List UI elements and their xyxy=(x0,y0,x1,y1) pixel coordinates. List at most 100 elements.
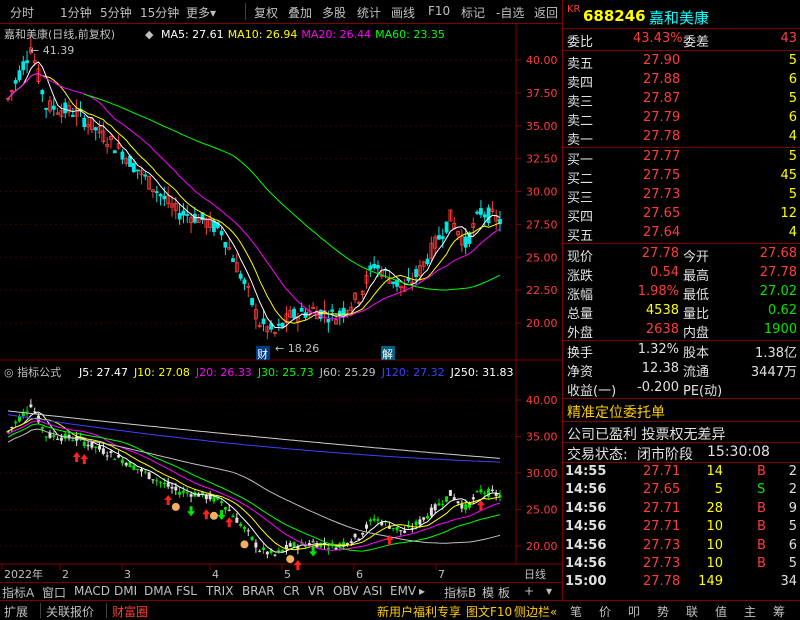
tick-row: 14:56 27.71 10 B 5 xyxy=(563,518,800,537)
tick-time: 14:56 xyxy=(565,482,607,498)
ask-row[interactable]: 卖五 27.90 5 xyxy=(563,52,800,72)
graphic-f10-button[interactable]: 图文F10 xyxy=(466,603,512,620)
ask-row[interactable]: 卖一 27.78 4 xyxy=(563,128,800,148)
tick-count: 34 xyxy=(780,574,797,590)
indicator-candle-body xyxy=(403,530,407,533)
tab-template[interactable]: 模 xyxy=(482,584,494,601)
bid-row[interactable]: 买五 27.64 4 xyxy=(563,224,800,244)
tab-brar[interactable]: BRAR xyxy=(242,584,275,598)
indicator-candle-body xyxy=(464,504,468,510)
tick-row: 14:56 27.73 10 B 6 xyxy=(563,537,800,556)
tab-emv[interactable]: EMV xyxy=(390,584,416,598)
tab-dmi[interactable]: DMI xyxy=(114,584,137,598)
tab-vr[interactable]: VR xyxy=(308,584,325,598)
remove-watchlist-button[interactable]: -自选 xyxy=(496,4,524,21)
tick-count: 5 xyxy=(788,519,797,535)
value-icon[interactable]: 值 xyxy=(715,603,727,620)
candle-body xyxy=(131,162,136,173)
indicator-candle-body xyxy=(56,438,60,440)
tab-window[interactable]: 窗口 xyxy=(42,584,66,601)
tab-macd[interactable]: MACD xyxy=(74,584,110,598)
kline-chart-area[interactable]: 嘉和美康(日线,前复权) ◆ MA5: 27.61 MA10: 26.94 MA20… xyxy=(0,24,562,584)
indicator-legend-item: J60: 25.29 xyxy=(319,366,376,379)
add-indicator-icon[interactable]: + xyxy=(524,584,534,598)
tab-indicator-b[interactable]: 指标B xyxy=(444,584,476,601)
indicator-candle-body xyxy=(372,518,376,521)
related-quote-button[interactable]: 关联报价 xyxy=(46,603,94,620)
price-icon[interactable]: 价 xyxy=(599,603,611,620)
tab-indicator-a[interactable]: 指标A xyxy=(2,584,34,601)
wealth-circle-button[interactable]: 财富圈 xyxy=(112,603,148,620)
tick-count: 9 xyxy=(788,500,797,516)
tab-fsl[interactable]: FSL xyxy=(176,584,197,598)
tab-obv[interactable]: OBV xyxy=(333,584,359,598)
ask-row[interactable]: 卖二 27.79 6 xyxy=(563,109,800,129)
tab-1min[interactable]: 1分钟 xyxy=(60,4,92,21)
tab-15min[interactable]: 15分钟 xyxy=(140,4,179,21)
tab-dma[interactable]: DMA xyxy=(144,584,172,598)
high-price-value: 41.39 xyxy=(43,44,75,57)
link-icon[interactable]: 联 xyxy=(686,603,698,620)
indicator-label[interactable]: ◎ 指标公式 xyxy=(4,365,61,379)
period-daily-label[interactable]: 日线 xyxy=(524,567,546,581)
kline-svg: 嘉和美康(日线,前复权) ◆ MA5: 27.61 MA10: 26.94 MA20… xyxy=(0,24,562,581)
indicator-candle-body xyxy=(71,440,75,442)
tick-count: 2 xyxy=(788,464,797,479)
expand-button[interactable]: 扩展 xyxy=(4,603,28,620)
stat-label: 外盘 xyxy=(567,326,594,341)
indicator-candle-body xyxy=(139,469,143,472)
candle-body xyxy=(63,102,68,114)
stock-code: 688246 xyxy=(583,7,646,25)
indicator-candle-body xyxy=(368,519,372,522)
stat-label: 内盘 xyxy=(683,326,710,341)
bid-row[interactable]: 买三 27.73 5 xyxy=(563,186,800,206)
tab-minute[interactable]: 分时 xyxy=(10,4,34,21)
candle-body xyxy=(181,210,186,216)
pen-icon[interactable]: 笔 xyxy=(570,603,582,620)
bid-volume: 5 xyxy=(788,149,797,164)
fuquan-button[interactable]: 复权 xyxy=(254,4,278,21)
tab-more-arrow[interactable]: ▸ xyxy=(419,584,425,598)
indicator-candle-body xyxy=(105,455,109,457)
mark-button[interactable]: 标记 xyxy=(461,4,485,21)
indicator-legend-item: J10: 27.08 xyxy=(133,366,190,379)
knock-icon[interactable]: 叩 xyxy=(628,603,640,620)
chip-icon[interactable]: 筹 xyxy=(773,603,785,620)
tab-dropdown-icon[interactable]: ▾ xyxy=(546,584,552,598)
ma-line xyxy=(84,93,501,291)
tick-side: B xyxy=(757,500,766,516)
indicator-candle-body xyxy=(166,482,170,487)
main-icon[interactable]: 主 xyxy=(744,603,756,620)
indicator-candle-body xyxy=(433,504,437,511)
trade-status-row: 交易状态: 闭市阶段 15:30:08 xyxy=(563,443,800,463)
tab-5min[interactable]: 5分钟 xyxy=(100,4,132,21)
new-user-promo-link[interactable]: 新用户福利专享 xyxy=(377,603,461,620)
indicator-candle-body xyxy=(399,530,403,532)
bid-row[interactable]: 买二 27.75 45 xyxy=(563,167,800,187)
tab-asi[interactable]: ASI xyxy=(363,584,382,598)
promo-banner[interactable]: 精准定位委托单 xyxy=(563,401,800,421)
bid-row[interactable]: 买四 27.65 12 xyxy=(563,205,800,225)
bid-row[interactable]: 买一 27.77 5 xyxy=(563,148,800,168)
ask-row[interactable]: 卖四 27.88 6 xyxy=(563,71,800,91)
bid-label: 买二 xyxy=(567,172,594,187)
stat-value: 0.62 xyxy=(768,303,797,318)
trend-icon[interactable]: 势 xyxy=(657,603,669,620)
date-axis-label: 7 xyxy=(438,568,445,581)
back-button[interactable]: 返回 xyxy=(534,4,558,21)
ask-row[interactable]: 卖三 27.87 5 xyxy=(563,90,800,110)
sidebar-toggle-button[interactable]: 侧边栏« xyxy=(514,603,557,620)
tab-more[interactable]: 更多▾ xyxy=(186,4,216,21)
tab-board[interactable]: 板 xyxy=(498,584,510,601)
indicator-legend-item: J120: 27.32 xyxy=(381,366,445,379)
candle-body xyxy=(70,115,75,117)
overlay-button[interactable]: 叠加 xyxy=(288,4,312,21)
f10-button[interactable]: F10 xyxy=(428,4,450,18)
candle-body xyxy=(444,221,449,233)
multi-stock-button[interactable]: 多股 xyxy=(322,4,346,21)
tab-cr[interactable]: CR xyxy=(283,584,300,598)
draw-line-button[interactable]: 画线 xyxy=(391,4,415,21)
stat-label: 最高 xyxy=(683,269,710,284)
statistics-button[interactable]: 统计 xyxy=(357,4,381,21)
tab-trix[interactable]: TRIX xyxy=(206,584,233,598)
